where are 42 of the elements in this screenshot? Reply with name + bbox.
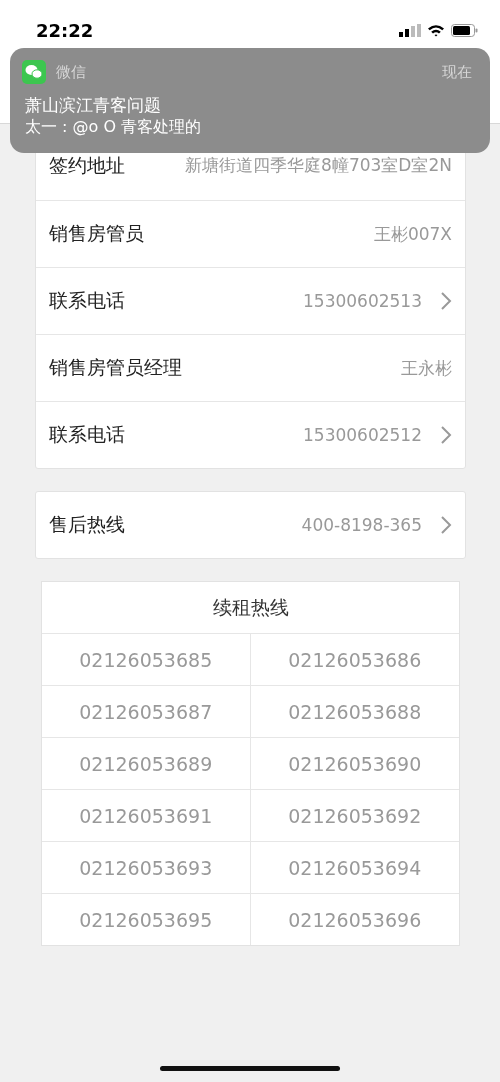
phone-number[interactable]: 02126053693	[79, 856, 213, 879]
phone-number[interactable]: 02126053690	[288, 752, 422, 775]
app-name: 微信	[56, 62, 87, 82]
notification-banner[interactable]: 微信 现在 萧山滨江青客问题 太一 : @o O 青客处理的	[10, 48, 490, 153]
field-value: 15300602512	[303, 425, 422, 445]
battery-icon	[451, 23, 478, 37]
field-label: 联系电话	[49, 288, 125, 313]
field-value: 王彬007X	[373, 222, 452, 246]
phone-number[interactable]: 02126053696	[288, 908, 422, 931]
phone-number[interactable]: 02126053689	[79, 752, 213, 775]
signal-icon	[399, 23, 421, 37]
info-row[interactable]: 联系电话 15300602513	[36, 267, 465, 334]
notification-time: 现在	[442, 62, 472, 82]
field-label: 销售房管员	[49, 221, 144, 246]
notification-message: 太一 : @o O 青客处理的	[25, 116, 203, 138]
phone-number[interactable]: 02126053687	[79, 700, 213, 723]
field-value: 400-8198-365	[301, 515, 422, 535]
phone-number[interactable]: 02126053686	[288, 648, 422, 671]
chevron-icon	[440, 515, 452, 535]
chevron-icon	[440, 291, 452, 311]
phone-number[interactable]: 02126053688	[288, 700, 422, 723]
phone-number[interactable]: 02126053694	[288, 856, 422, 879]
field-value: 新塘街道四季华庭8幢703室D室2N	[185, 154, 452, 177]
field-label: 售后热线	[49, 512, 125, 537]
notification-title: 萧山滨江青客问题	[25, 94, 162, 116]
field-label: 销售房管员经理	[49, 355, 182, 380]
info-row[interactable]: 联系电话 15300602512	[36, 401, 465, 468]
info-row[interactable]: 售后热线 400-8198-365	[36, 492, 465, 558]
phone-number[interactable]: 02126053692	[288, 804, 422, 827]
chevron-icon	[440, 425, 452, 445]
field-value: 王永彬	[401, 356, 452, 380]
home-indicator[interactable]	[160, 1066, 340, 1071]
field-value: 15300602513	[303, 291, 422, 311]
phone-number[interactable]: 02126053695	[79, 908, 213, 931]
wifi-icon	[427, 23, 445, 37]
phone-number[interactable]: 02126053691	[79, 804, 213, 827]
chat-app-icon	[22, 60, 46, 84]
table-title: 续租热线	[212, 594, 289, 620]
field-label: 联系电话	[49, 422, 125, 447]
phone-number[interactable]: 02126053685	[79, 648, 213, 671]
field-label: 签约地址	[49, 152, 125, 178]
clock-time: 22:22	[36, 19, 94, 41]
